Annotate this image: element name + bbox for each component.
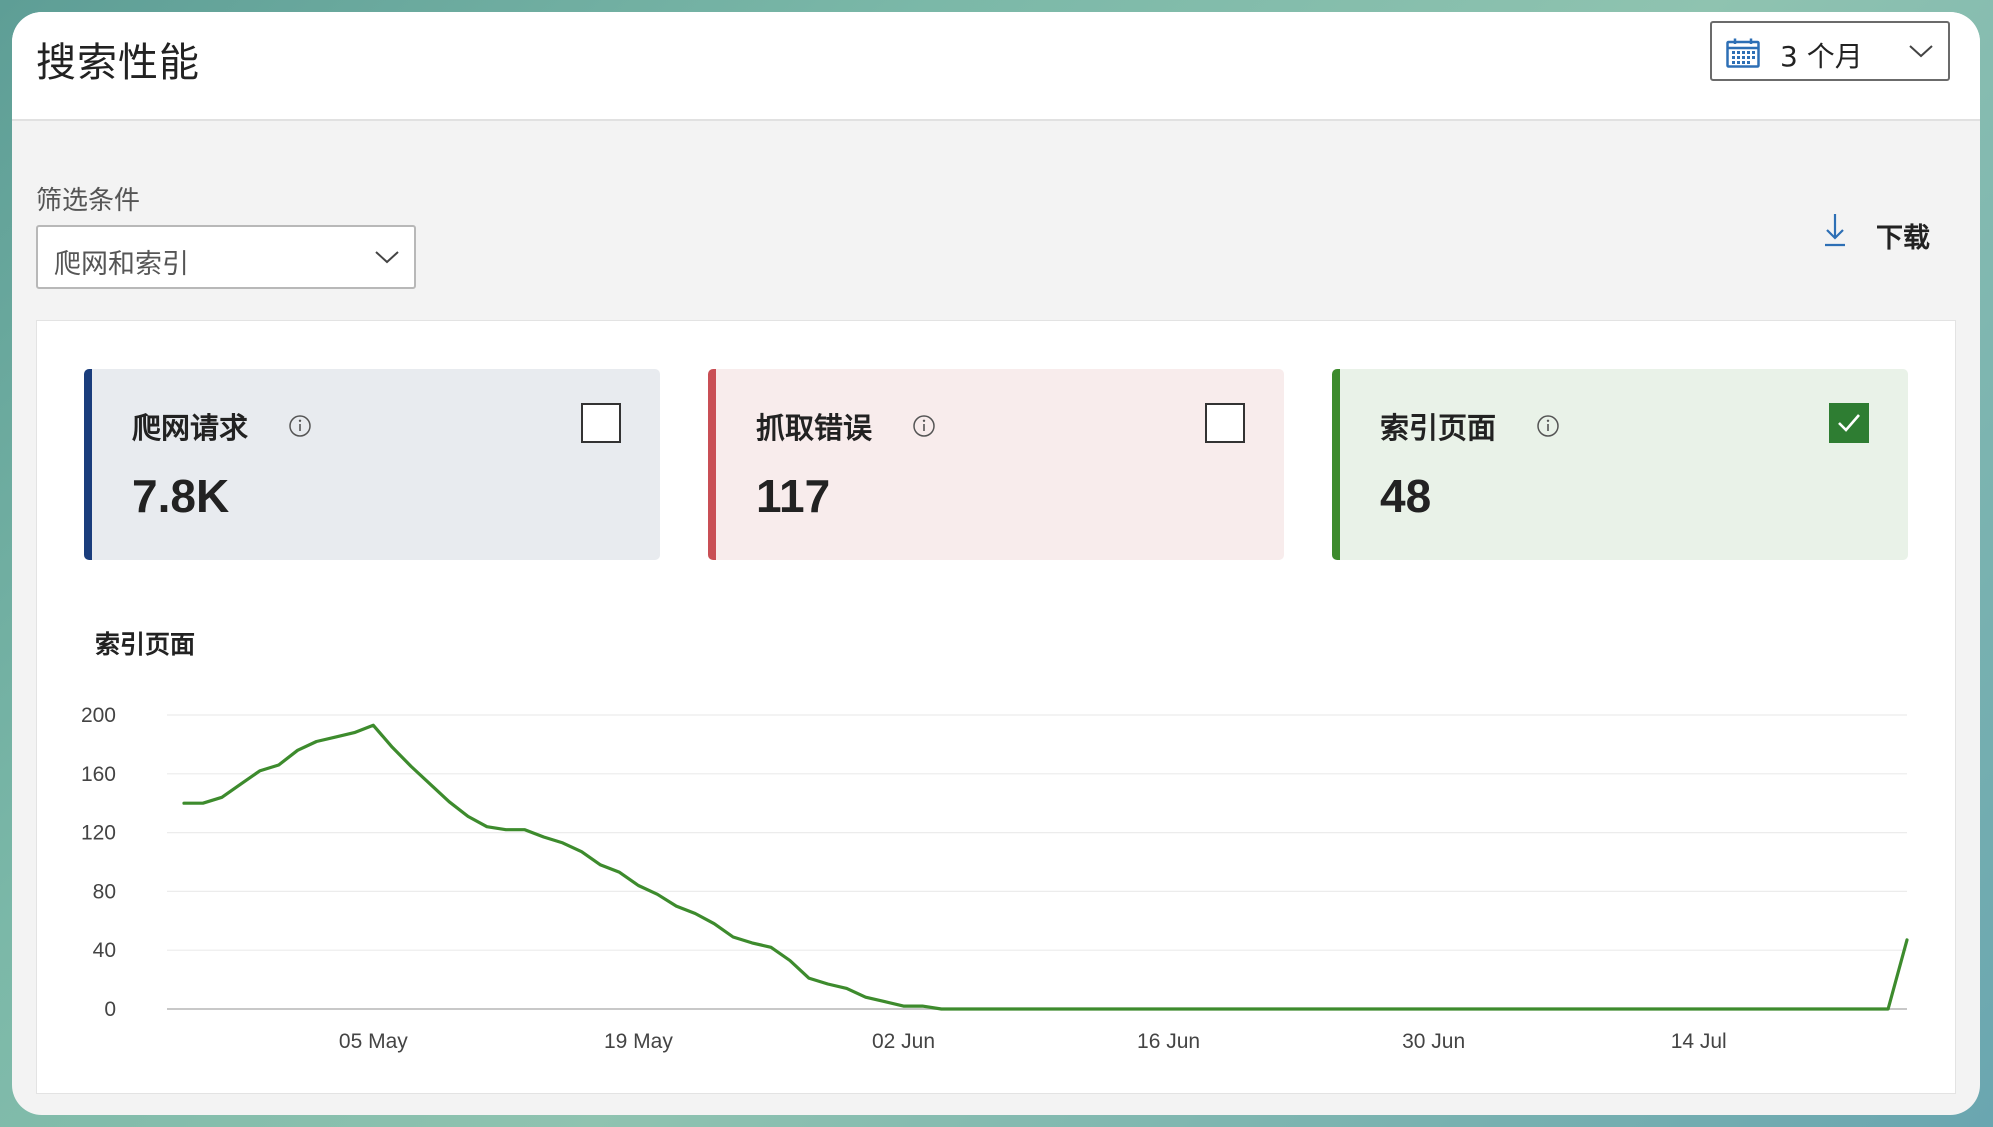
y-tick-label: 80 <box>93 880 116 903</box>
top-bar: 搜索性能 3 个月 <box>12 12 1980 121</box>
x-tick-label: 14 Jul <box>1671 1030 1727 1053</box>
period-select-value: 3 个月 <box>1780 40 1863 73</box>
series-line <box>182 723 1909 1011</box>
y-tick-label: 200 <box>81 704 116 727</box>
y-tick-label: 160 <box>81 763 116 786</box>
chevron-down-icon <box>374 249 400 270</box>
x-tick-label: 05 May <box>339 1030 408 1053</box>
download-icon <box>1822 212 1848 253</box>
calendar-icon <box>1726 38 1760 73</box>
metrics-panel: 爬网请求 7.8K 抓取错误 117 索引页面 48 索引页面 0 40 80 … <box>36 320 1956 1094</box>
chevron-down-icon <box>1908 43 1934 64</box>
y-tick-label: 120 <box>81 822 116 845</box>
line-chart: 0 40 80 120 160 200 05 May 19 May 02 Jun 16 Jun 30… <box>81 704 1909 1053</box>
x-tick-label: 30 Jun <box>1402 1030 1465 1053</box>
app-window: 搜索性能 3 个月 筛选条件 爬网和索引 下载 爬网请求 7.8K 抓取错误 1… <box>12 12 1980 1115</box>
x-tick-label: 16 Jun <box>1137 1030 1200 1053</box>
page-title: 搜索性能 <box>36 40 200 86</box>
filter-select-value: 爬网和索引 <box>54 249 189 280</box>
y-tick-label: 0 <box>104 998 116 1021</box>
x-tick-label: 19 May <box>604 1030 673 1053</box>
filter-select[interactable]: 爬网和索引 <box>36 225 416 289</box>
x-tick-label: 02 Jun <box>872 1030 935 1053</box>
period-select[interactable]: 3 个月 <box>1710 21 1950 81</box>
y-tick-label: 40 <box>93 939 116 962</box>
filter-label: 筛选条件 <box>36 186 141 216</box>
download-label: 下载 <box>1876 223 1930 254</box>
